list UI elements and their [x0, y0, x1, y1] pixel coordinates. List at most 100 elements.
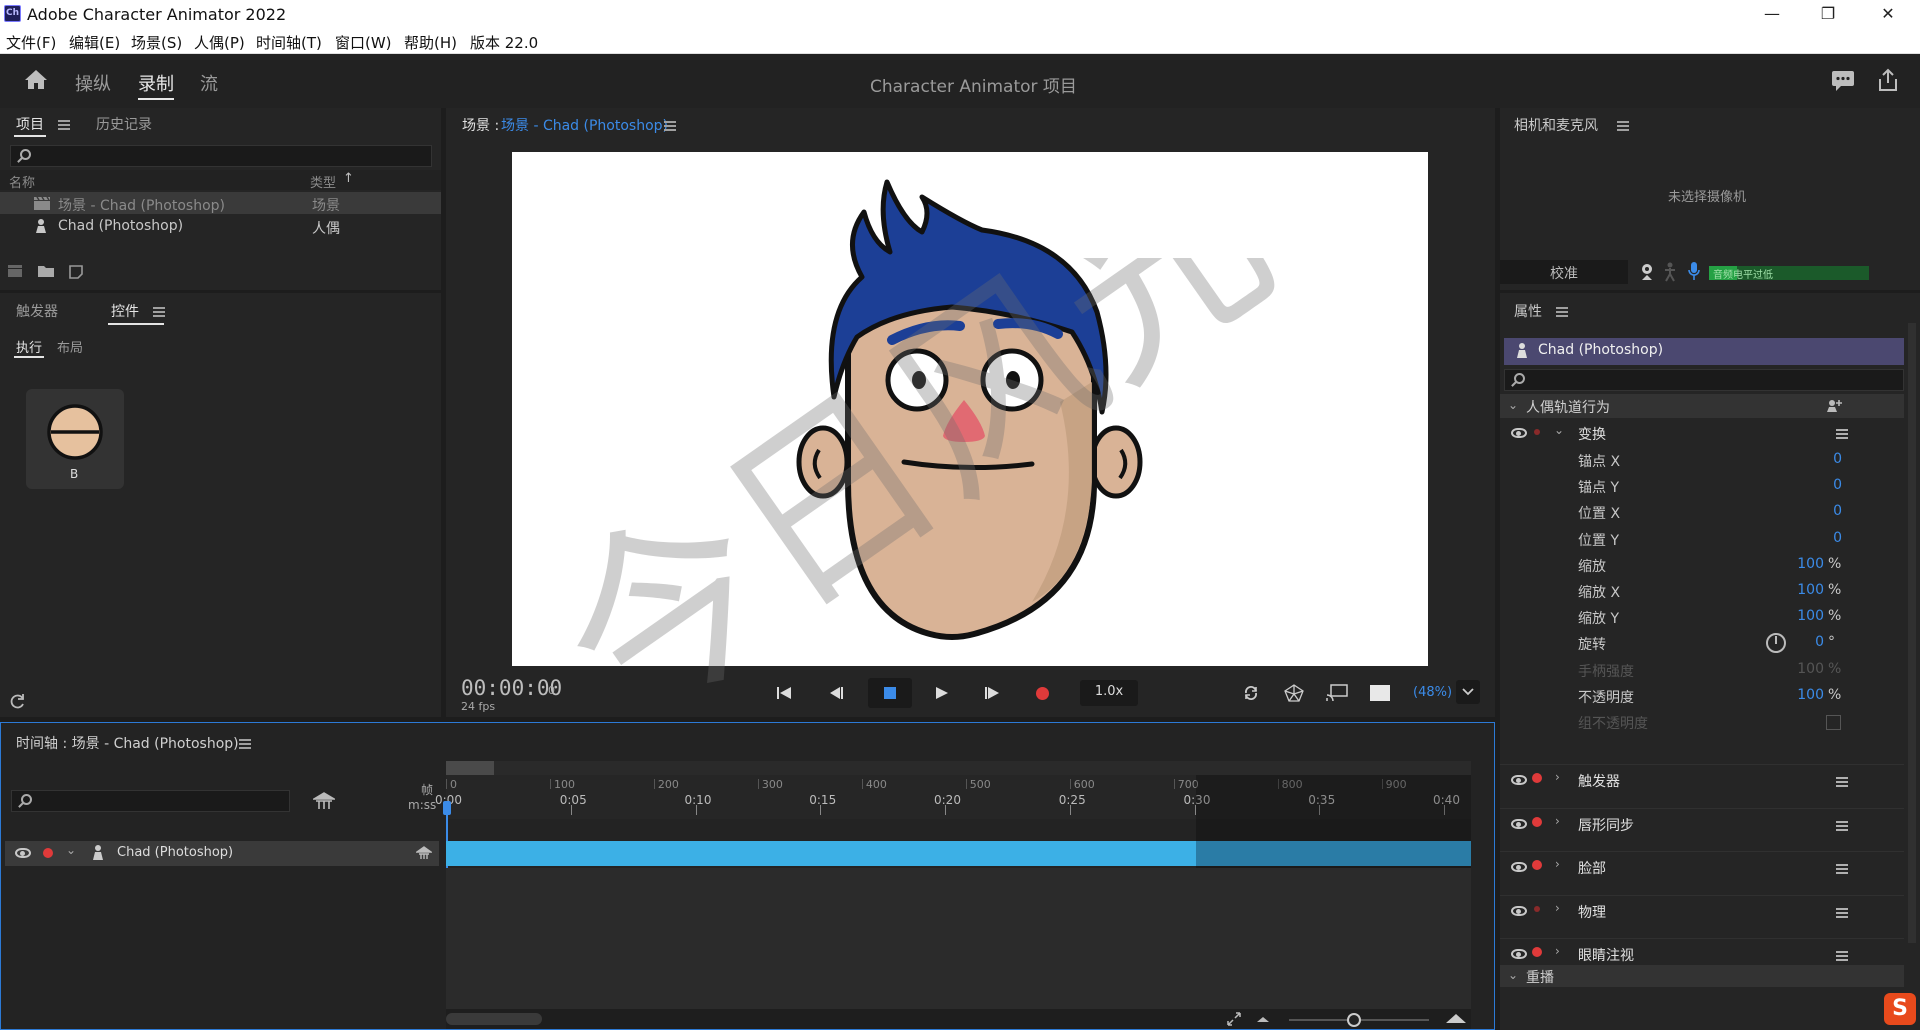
menu-edit[interactable]: 编辑(E)	[69, 32, 120, 53]
feedback-icon[interactable]	[1831, 70, 1855, 92]
chevron-right-icon[interactable]: ›	[1555, 770, 1560, 784]
close-button[interactable]: ✕	[1868, 4, 1908, 26]
behavior-row[interactable]: › 眼睛注视	[1500, 938, 1904, 966]
record-arm-dot[interactable]	[1532, 773, 1542, 783]
cast-icon[interactable]	[1326, 684, 1348, 702]
take-filter-icon[interactable]	[416, 846, 432, 860]
subtab-perform[interactable]: 执行	[16, 337, 42, 356]
take-filter-icon[interactable]	[313, 791, 335, 811]
stop-button[interactable]	[868, 678, 912, 708]
behavior-row[interactable]: › 物理	[1500, 894, 1904, 923]
property-value[interactable]: 100	[1720, 582, 1824, 598]
record-arm-dot[interactable]	[1532, 816, 1542, 827]
sort-arrow-icon[interactable]: ↑	[343, 171, 354, 186]
column-name[interactable]: 名称	[9, 172, 35, 191]
record-arm-dot[interactable]	[1532, 860, 1542, 870]
property-row[interactable]: 位置 X 0	[1500, 501, 1904, 525]
tab-stream[interactable]: 流	[200, 70, 218, 96]
eye-icon[interactable]	[1511, 428, 1527, 438]
chevron-right-icon[interactable]: ›	[1555, 814, 1560, 828]
behavior-row[interactable]: › 脸部	[1500, 851, 1904, 879]
zoom-slider[interactable]	[1289, 1013, 1429, 1027]
trigger-control-button[interactable]: B	[26, 389, 124, 489]
tab-triggers[interactable]: 触发器	[16, 301, 58, 321]
behavior-menu-icon[interactable]	[1836, 429, 1848, 439]
eye-icon[interactable]	[1511, 949, 1527, 959]
new-scene-icon[interactable]	[7, 264, 23, 278]
zoom-in-icon[interactable]	[1445, 1012, 1467, 1024]
eye-icon[interactable]	[1511, 775, 1527, 785]
playback-speed[interactable]: 1.0x	[1080, 680, 1138, 706]
track-bar-out-range[interactable]	[1196, 841, 1471, 866]
fit-to-window-icon[interactable]	[1227, 1012, 1241, 1026]
chevron-down-icon[interactable]: ⌄	[1554, 423, 1564, 437]
eye-icon[interactable]	[1511, 862, 1527, 872]
property-row[interactable]: 不透明度 100%	[1500, 685, 1904, 709]
microphone-icon[interactable]	[1688, 261, 1700, 281]
chevron-right-icon[interactable]: ›	[1555, 857, 1560, 871]
behavior-menu-icon[interactable]	[1836, 907, 1848, 918]
scene-name-link[interactable]: 场景 - Chad (Photoshop)	[501, 115, 668, 135]
property-value[interactable]: 100	[1720, 661, 1824, 677]
play-icon[interactable]	[935, 686, 949, 700]
minimize-button[interactable]: —	[1752, 4, 1792, 26]
zoom-slider-handle[interactable]	[1347, 1013, 1361, 1027]
section-header-puppet-track-behaviors[interactable]: ⌄ 人偶轨道行为	[1500, 394, 1904, 418]
panel-menu-icon[interactable]	[664, 121, 676, 131]
zoom-dropdown[interactable]	[1456, 680, 1480, 704]
property-value[interactable]: 0	[1720, 503, 1842, 519]
step-back-icon[interactable]	[829, 686, 845, 700]
record-button[interactable]	[1036, 687, 1049, 700]
properties-search-input[interactable]	[1504, 369, 1904, 391]
subtab-layout[interactable]: 布局	[57, 337, 83, 356]
calibrate-button[interactable]: 校准	[1500, 260, 1628, 284]
maximize-button[interactable]: ❐	[1808, 4, 1848, 26]
panel-menu-icon[interactable]	[153, 307, 165, 317]
share-icon[interactable]	[1877, 68, 1899, 92]
property-row[interactable]: 缩放 Y 100%	[1500, 606, 1904, 630]
work-area-handle[interactable]	[446, 761, 494, 775]
add-behavior-icon[interactable]	[1826, 399, 1842, 413]
work-area-bar[interactable]	[446, 761, 1471, 775]
behavior-menu-icon[interactable]	[1836, 777, 1848, 787]
mesh-icon[interactable]	[1284, 684, 1304, 702]
menu-puppet[interactable]: 人偶(P)	[194, 32, 245, 53]
property-value[interactable]: 100	[1720, 556, 1824, 572]
tab-controls[interactable]: 控件	[111, 301, 139, 321]
chevron-right-icon[interactable]: ›	[1555, 901, 1560, 915]
property-value[interactable]: 0	[1720, 477, 1842, 493]
property-row[interactable]: 缩放 100%	[1500, 554, 1904, 578]
behavior-row-transform[interactable]: ⌄ 变换	[1500, 421, 1904, 445]
menu-timeline[interactable]: 时间轴(T)	[256, 32, 322, 53]
menu-help[interactable]: 帮助(H)	[404, 32, 457, 53]
tab-project[interactable]: 项目	[16, 114, 44, 134]
panel-menu-icon[interactable]	[58, 120, 70, 130]
eye-icon[interactable]	[1511, 905, 1527, 916]
tab-history[interactable]: 历史记录	[96, 114, 152, 134]
loop-icon[interactable]	[1243, 685, 1259, 701]
ime-s-icon[interactable]: S	[1884, 993, 1916, 1025]
step-forward-icon[interactable]	[984, 686, 1000, 700]
eye-icon[interactable]	[15, 848, 31, 858]
menu-scene[interactable]: 场景(S)	[131, 32, 182, 53]
property-row[interactable]: 锚点 Y 0	[1500, 475, 1904, 499]
tab-rig[interactable]: 操纵	[75, 70, 111, 96]
project-search-input[interactable]	[10, 145, 432, 167]
properties-scrollbar[interactable]	[1908, 323, 1916, 943]
property-value[interactable]: 0	[1720, 530, 1842, 546]
property-value[interactable]: 100	[1720, 687, 1824, 703]
behavior-row[interactable]: › 触发器	[1500, 764, 1904, 792]
menu-version[interactable]: 版本 22.0	[470, 32, 538, 53]
behavior-menu-icon[interactable]	[1836, 820, 1848, 831]
property-row[interactable]: 位置 Y 0	[1500, 528, 1904, 552]
record-arm-dot[interactable]	[1534, 905, 1540, 912]
menu-file[interactable]: 文件(F)	[6, 32, 56, 53]
chevron-down-icon[interactable]: ⌄	[66, 843, 76, 857]
behavior-row[interactable]: › 唇形同步	[1500, 807, 1904, 836]
column-type[interactable]: 类型	[310, 172, 336, 191]
folder-icon[interactable]	[37, 264, 55, 278]
menu-window[interactable]: 窗口(W)	[335, 32, 392, 53]
record-arm-dot[interactable]	[1534, 429, 1540, 435]
scrollbar-thumb[interactable]	[446, 1013, 542, 1025]
panel-menu-icon[interactable]	[1617, 121, 1629, 131]
